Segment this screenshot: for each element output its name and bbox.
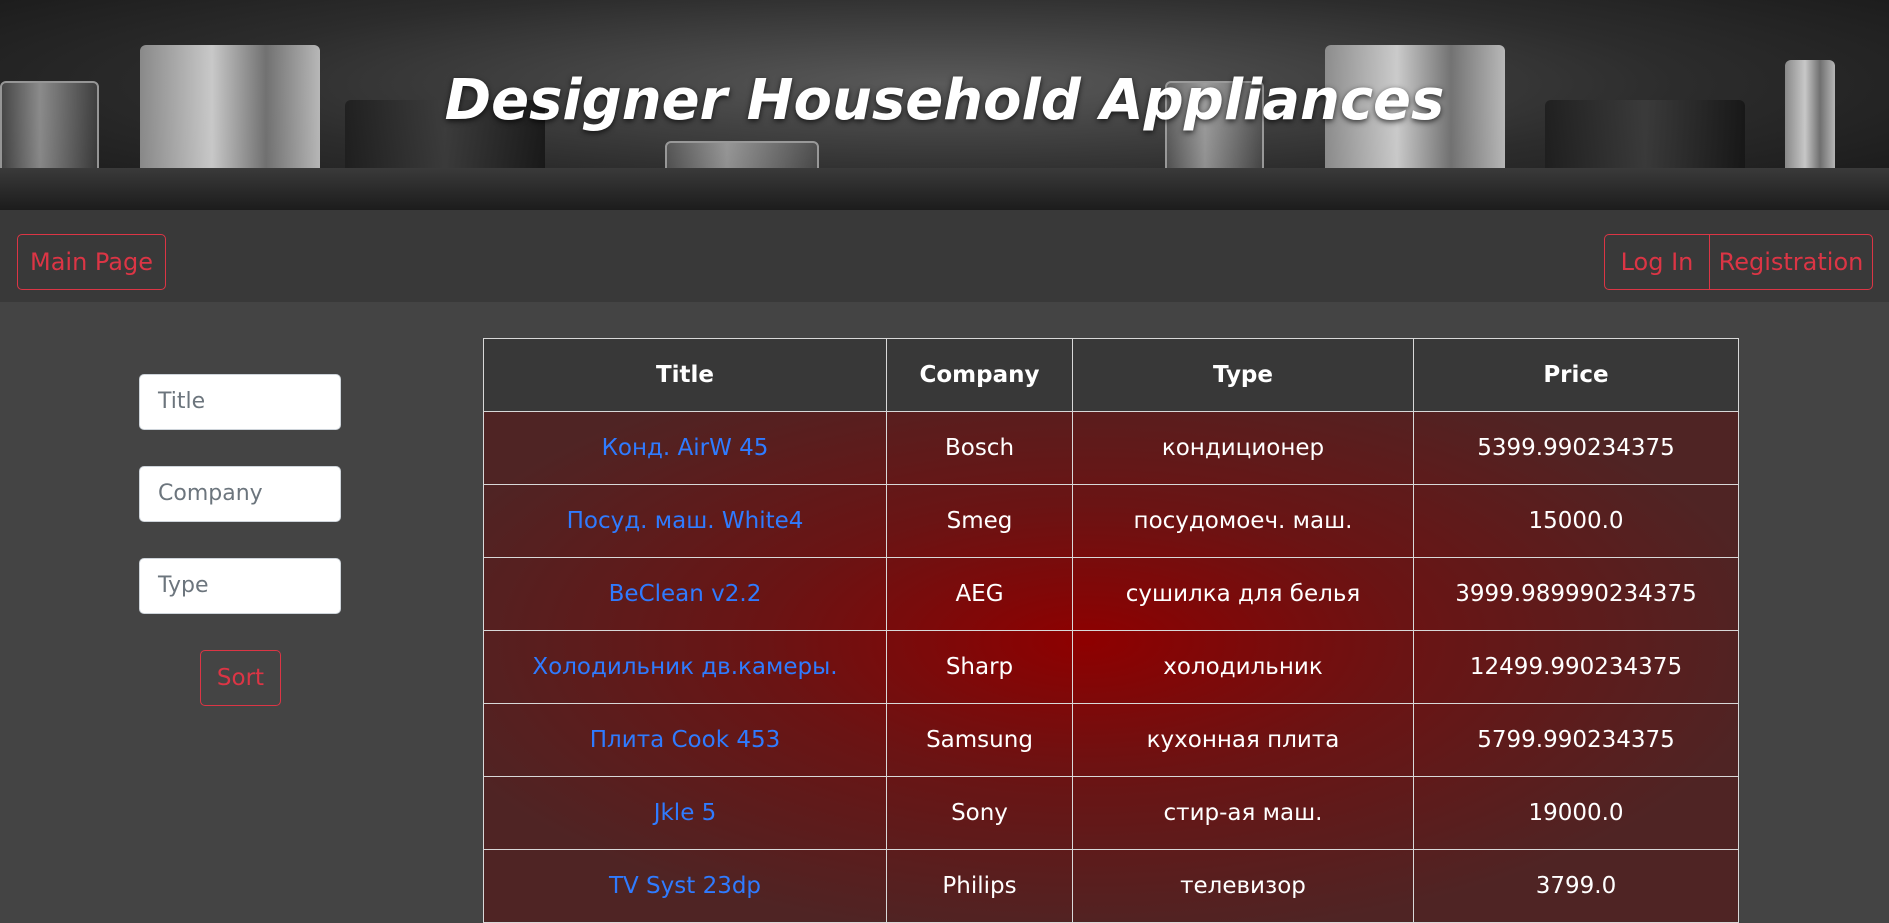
column-header-type[interactable]: Type	[1072, 338, 1414, 412]
company-cell: Sony	[886, 776, 1073, 850]
price-cell: 3999.989990234375	[1413, 557, 1739, 631]
type-filter-input[interactable]: Type	[139, 558, 341, 614]
product-title-link[interactable]: Посуд. маш. White4	[483, 484, 887, 558]
company-cell: Smeg	[886, 484, 1073, 558]
company-cell: Sharp	[886, 630, 1073, 704]
table-row: Плита Cook 453 Samsung кухонная плита 57…	[483, 703, 1739, 777]
header-banner: Designer Household Appliances	[0, 0, 1889, 210]
type-cell: кондиционер	[1072, 411, 1414, 485]
registration-button[interactable]: Registration	[1709, 234, 1873, 290]
company-cell: Bosch	[886, 411, 1073, 485]
product-title-link[interactable]: Конд. AirW 45	[483, 411, 887, 485]
table-row: BeClean v2.2 AEG сушилка для белья 3999.…	[483, 557, 1739, 631]
product-title-link[interactable]: Jkle 5	[483, 776, 887, 850]
auth-button-group: Log In Registration	[1604, 234, 1873, 290]
type-cell: сушилка для белья	[1072, 557, 1414, 631]
table-row: Холодильник дв.камеры. Sharp холодильник…	[483, 630, 1739, 704]
type-cell: кухонная плита	[1072, 703, 1414, 777]
table-row: Посуд. маш. White4 Smeg посудомоеч. маш.…	[483, 484, 1739, 558]
price-cell: 12499.990234375	[1413, 630, 1739, 704]
appliances-table: Title Company Type Price Конд. AirW 45 B…	[483, 338, 1739, 923]
product-title-link[interactable]: BeClean v2.2	[483, 557, 887, 631]
navbar: Main Page Log In Registration	[0, 210, 1889, 302]
price-cell: 5399.990234375	[1413, 411, 1739, 485]
price-cell: 19000.0	[1413, 776, 1739, 850]
product-title-link[interactable]: Холодильник дв.камеры.	[483, 630, 887, 704]
table-row: Конд. AirW 45 Bosch кондиционер 5399.990…	[483, 411, 1739, 485]
product-title-link[interactable]: Плита Cook 453	[483, 703, 887, 777]
company-cell: Philips	[886, 849, 1073, 923]
company-cell: Samsung	[886, 703, 1073, 777]
log-in-button[interactable]: Log In	[1604, 234, 1709, 290]
type-cell: стир-ая маш.	[1072, 776, 1414, 850]
company-filter-input[interactable]: Company	[139, 466, 341, 522]
price-cell: 5799.990234375	[1413, 703, 1739, 777]
main-page-button[interactable]: Main Page	[17, 234, 166, 290]
banner-shelf	[0, 168, 1889, 210]
type-cell: телевизор	[1072, 849, 1414, 923]
price-cell: 3799.0	[1413, 849, 1739, 923]
column-header-title[interactable]: Title	[483, 338, 887, 412]
type-cell: посудомоеч. маш.	[1072, 484, 1414, 558]
title-filter-input[interactable]: Title	[139, 374, 341, 430]
table-row: TV Syst 23dp Philips телевизор 3799.0	[483, 849, 1739, 923]
product-title-link[interactable]: TV Syst 23dp	[483, 849, 887, 923]
type-cell: холодильник	[1072, 630, 1414, 704]
site-title: Designer Household Appliances	[444, 68, 1445, 133]
table-row: Jkle 5 Sony стир-ая маш. 19000.0	[483, 776, 1739, 850]
price-cell: 15000.0	[1413, 484, 1739, 558]
company-cell: AEG	[886, 557, 1073, 631]
sort-button[interactable]: Sort	[200, 650, 281, 706]
column-header-company[interactable]: Company	[886, 338, 1073, 412]
table-header-row: Title Company Type Price	[483, 338, 1739, 412]
column-header-price[interactable]: Price	[1413, 338, 1739, 412]
